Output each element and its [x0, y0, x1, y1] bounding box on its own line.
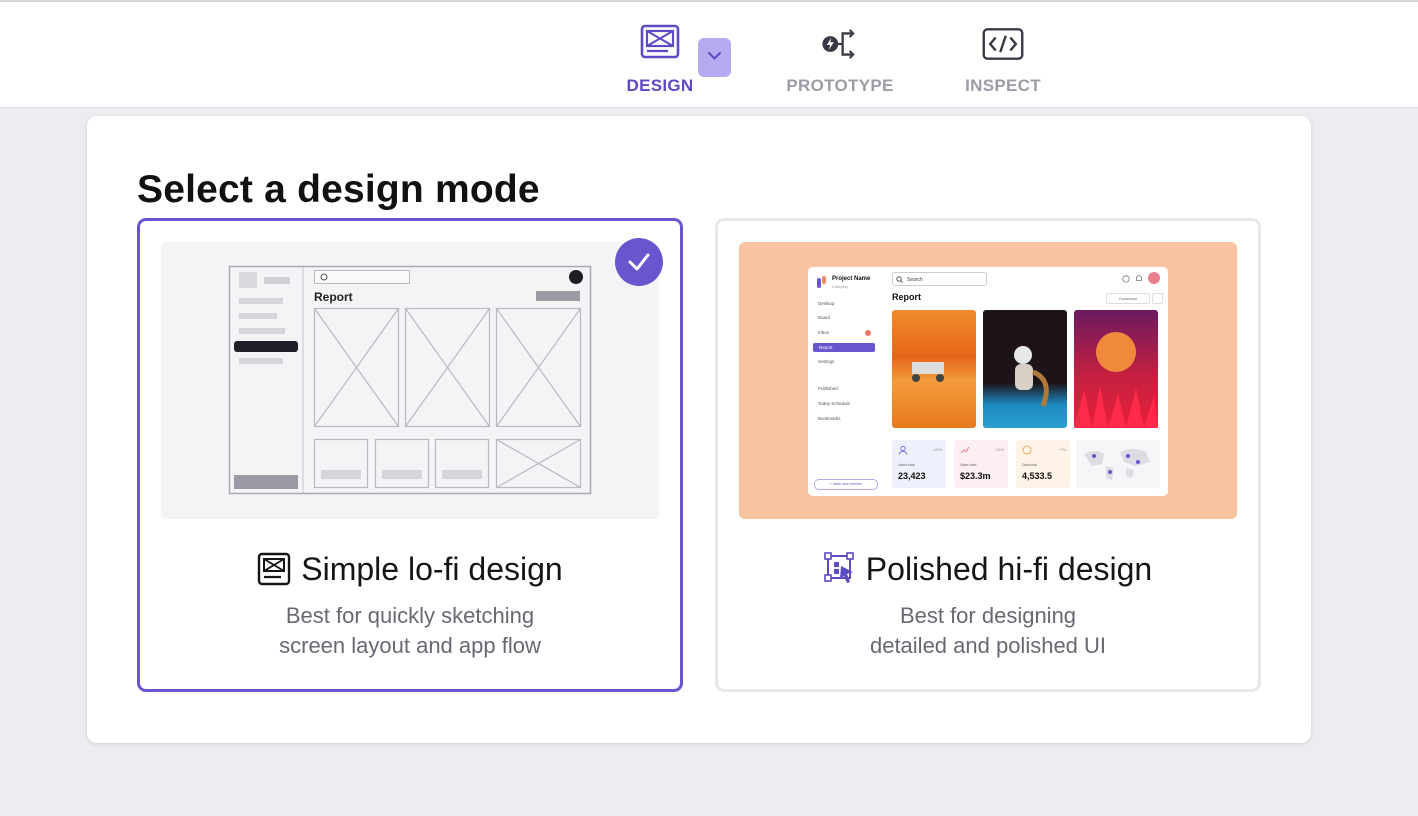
- mock-sidebar: Project Name Category Desktop Board Inbo…: [808, 267, 880, 496]
- hifi-option-title-row: Polished hi-fi design: [718, 551, 1258, 588]
- mock-nav-item: Published: [818, 386, 838, 391]
- search-icon: [896, 276, 903, 283]
- mock-stat-change: +21%: [994, 448, 1004, 452]
- mock-report-label: Report: [892, 292, 921, 302]
- lofi-desc-line1: Best for quickly sketching: [285, 603, 535, 628]
- design-mode-icon: [640, 24, 680, 59]
- lofi-desc-line2: screen layout and app flow: [279, 633, 541, 658]
- tab-design[interactable]: DESIGN: [620, 22, 700, 96]
- hifi-desc-line2: detailed and polished UI: [869, 633, 1107, 658]
- tab-design-label: DESIGN: [626, 76, 694, 95]
- tab-prototype[interactable]: PROTOTYPE: [780, 22, 900, 96]
- mock-nav-item: Board: [818, 315, 831, 320]
- hifi-option-title: Polished hi-fi design: [865, 551, 1153, 587]
- mock-photo-astronaut: [983, 310, 1067, 428]
- tab-prototype-label: PROTOTYPE: [786, 76, 894, 95]
- mock-stat-sales: +21% Sales total $23.3m: [954, 440, 1008, 488]
- hifi-desc-line1: Best for designing: [899, 603, 1077, 628]
- mock-stat-value: 4,533.5: [1022, 471, 1053, 481]
- mock-nav-item-active: Report: [813, 343, 875, 352]
- hifi-preview-image: Project Name Category Desktop Board Inbo…: [739, 242, 1237, 519]
- lofi-preview-image: Report: [161, 242, 659, 519]
- mock-nav-item: Settings: [818, 359, 835, 364]
- smiley-icon: [1022, 445, 1032, 455]
- mock-stat-label: Data total: [1022, 463, 1037, 467]
- mock-category: Category: [832, 284, 849, 289]
- option-hifi-design[interactable]: Project Name Category Desktop Board Inbo…: [715, 218, 1261, 692]
- checkmark-icon: [628, 253, 650, 271]
- lofi-wireframe-icon: [258, 552, 291, 585]
- lofi-option-title-row: Simple lo-fi design: [140, 551, 680, 588]
- user-icon: [898, 445, 908, 455]
- mock-download-button: Download: [1106, 293, 1150, 304]
- mock-stat-change: +7%: [1058, 448, 1066, 452]
- mock-stat-users: +21% Users total 23,423: [892, 440, 946, 488]
- mock-nav-item: Inbox: [818, 330, 830, 335]
- option-lofi-design[interactable]: Report Simple lo-fi design Best for quic…: [137, 218, 683, 692]
- mock-project-name: Project Name: [832, 276, 871, 282]
- world-map-icon: [1084, 449, 1150, 480]
- design-mode-card: Select a design mode Report Simple lo-fi…: [87, 116, 1311, 743]
- page-title: Select a design mode: [137, 168, 540, 211]
- chevron-down-icon: [708, 52, 721, 60]
- code-brackets-icon: [982, 28, 1024, 60]
- mock-stat-value: $23.3m: [960, 471, 991, 481]
- mode-toolbar: DESIGN PROTOTYPE INSPECT: [0, 0, 1418, 108]
- mock-stat-label: Sales total: [960, 463, 977, 467]
- bell-icon: [1136, 275, 1142, 281]
- mock-search: Search: [892, 272, 987, 286]
- mock-stat-label: Users total: [898, 463, 915, 467]
- wireframe-illustration: Report: [228, 265, 592, 495]
- tab-inspect[interactable]: INSPECT: [958, 22, 1048, 96]
- help-icon: [1122, 275, 1130, 283]
- mock-stat-data: +7% Data total 4,533.5: [1016, 440, 1070, 488]
- mock-nav-item: Bookmarks: [818, 416, 841, 421]
- lofi-option-title: Simple lo-fi design: [301, 551, 563, 587]
- hifi-design-icon: [823, 551, 854, 583]
- mock-world-map: [1076, 440, 1160, 488]
- mock-photo-planet: [1074, 310, 1158, 428]
- hifi-option-description: Best for designing detailed and polished…: [758, 601, 1218, 661]
- mock-badge: [865, 330, 871, 336]
- tab-inspect-label: INSPECT: [965, 76, 1041, 95]
- mock-invite-button: + Invite new member: [814, 479, 878, 490]
- app-logo-icon: [817, 276, 826, 288]
- lofi-report-label: Report: [314, 290, 353, 304]
- mock-stat-value: 23,423: [898, 471, 926, 481]
- design-mode-dropdown[interactable]: [698, 38, 731, 77]
- hifi-dashboard-mockup: Project Name Category Desktop Board Inbo…: [808, 267, 1168, 496]
- mock-avatar: [1148, 272, 1160, 284]
- mock-nav-item: Desktop: [818, 301, 835, 306]
- trend-icon: [960, 446, 970, 454]
- mock-photo-rover: [892, 310, 976, 428]
- selected-check-badge: [615, 238, 663, 286]
- prototype-flow-icon: [822, 29, 855, 59]
- lofi-option-description: Best for quickly sketching screen layout…: [180, 601, 640, 661]
- mock-nav-item: Today Schedule: [818, 401, 851, 406]
- mock-more-button: [1152, 293, 1163, 304]
- mock-stat-change: +21%: [932, 448, 942, 452]
